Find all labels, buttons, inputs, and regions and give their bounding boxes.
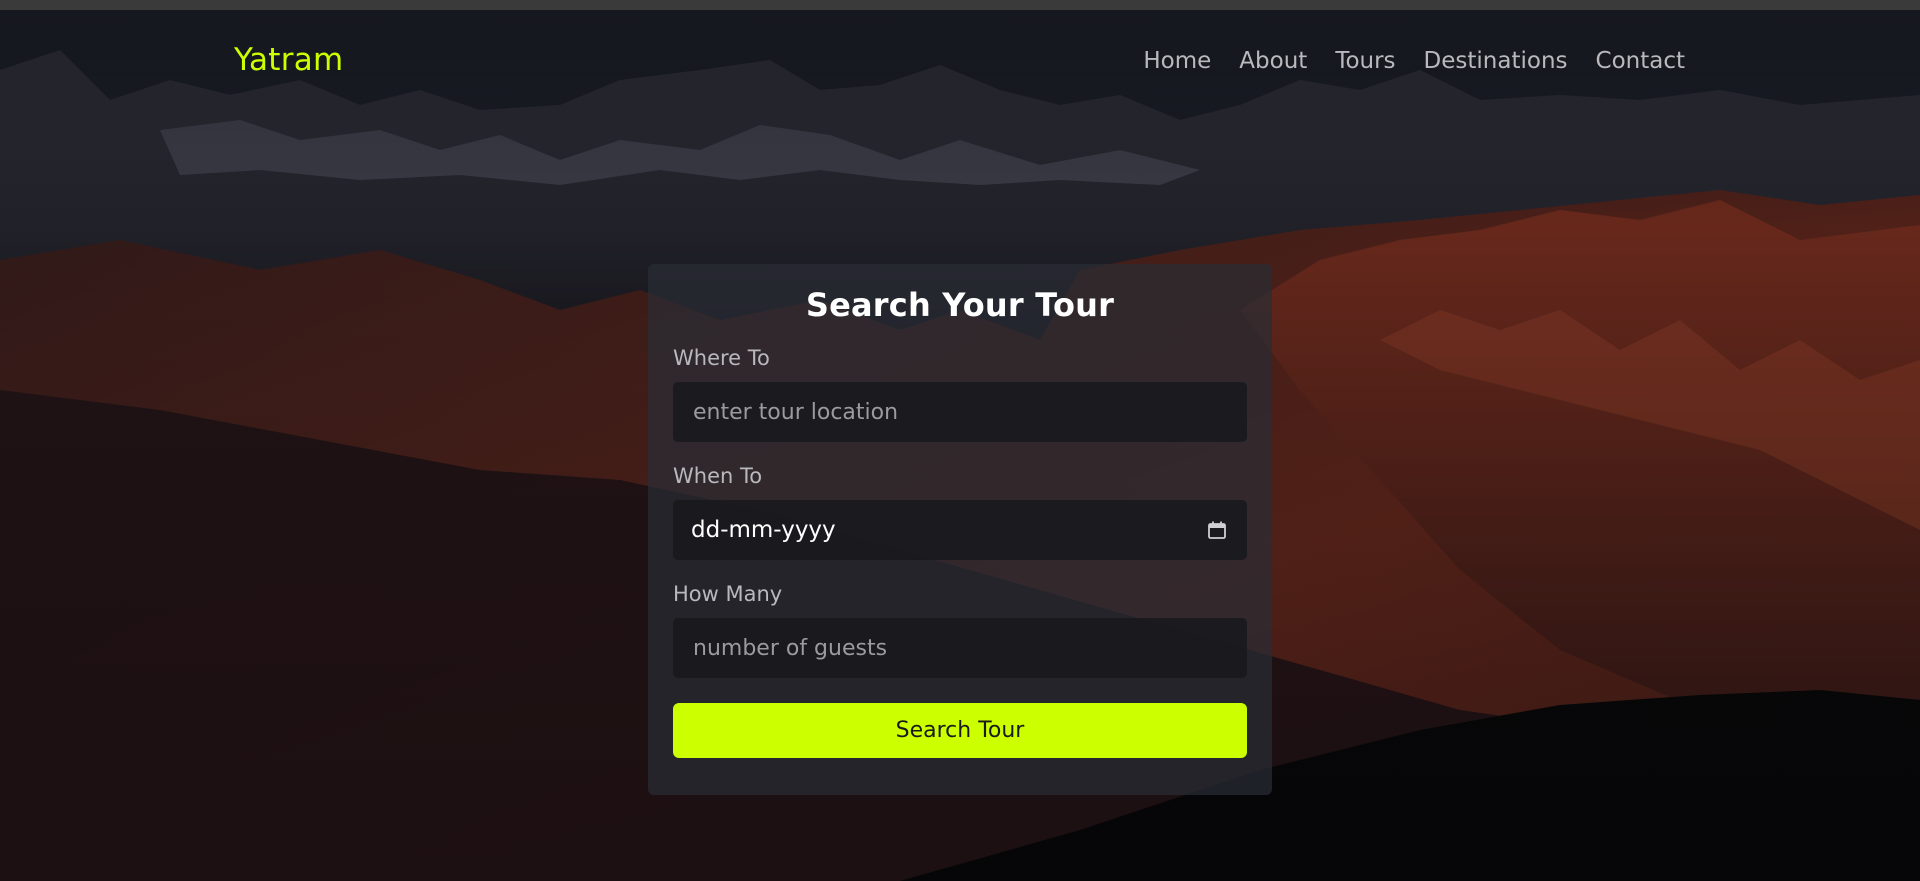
search-tour-button[interactable]: Search Tour [673,703,1247,758]
nav-item-about[interactable]: About [1239,48,1307,74]
nav-item-contact[interactable]: Contact [1596,48,1685,74]
hero-section: Yatram Home About Tours Destinations Con… [0,10,1920,881]
brand-logo[interactable]: Yatram [234,42,344,78]
how-many-field-wrapper [673,618,1247,678]
guests-input[interactable] [691,634,1229,662]
where-to-label: Where To [673,346,770,370]
search-tour-card: Search Your Tour Where To When To dd-mm-… [648,264,1272,795]
main-nav: Home About Tours Destinations Contact [1143,48,1685,74]
where-to-input[interactable] [691,398,1229,426]
where-to-field-wrapper [673,382,1247,442]
calendar-icon[interactable] [1207,520,1227,540]
nav-item-destinations[interactable]: Destinations [1424,48,1568,74]
date-placeholder-text: dd-mm-yyyy [691,517,836,543]
how-many-label: How Many [673,582,783,606]
search-card-title: Search Your Tour [805,286,1115,324]
nav-item-home[interactable]: Home [1143,48,1211,74]
when-to-label: When To [673,464,763,488]
nav-item-tours[interactable]: Tours [1335,48,1395,74]
when-to-date-input[interactable]: dd-mm-yyyy [673,500,1247,560]
